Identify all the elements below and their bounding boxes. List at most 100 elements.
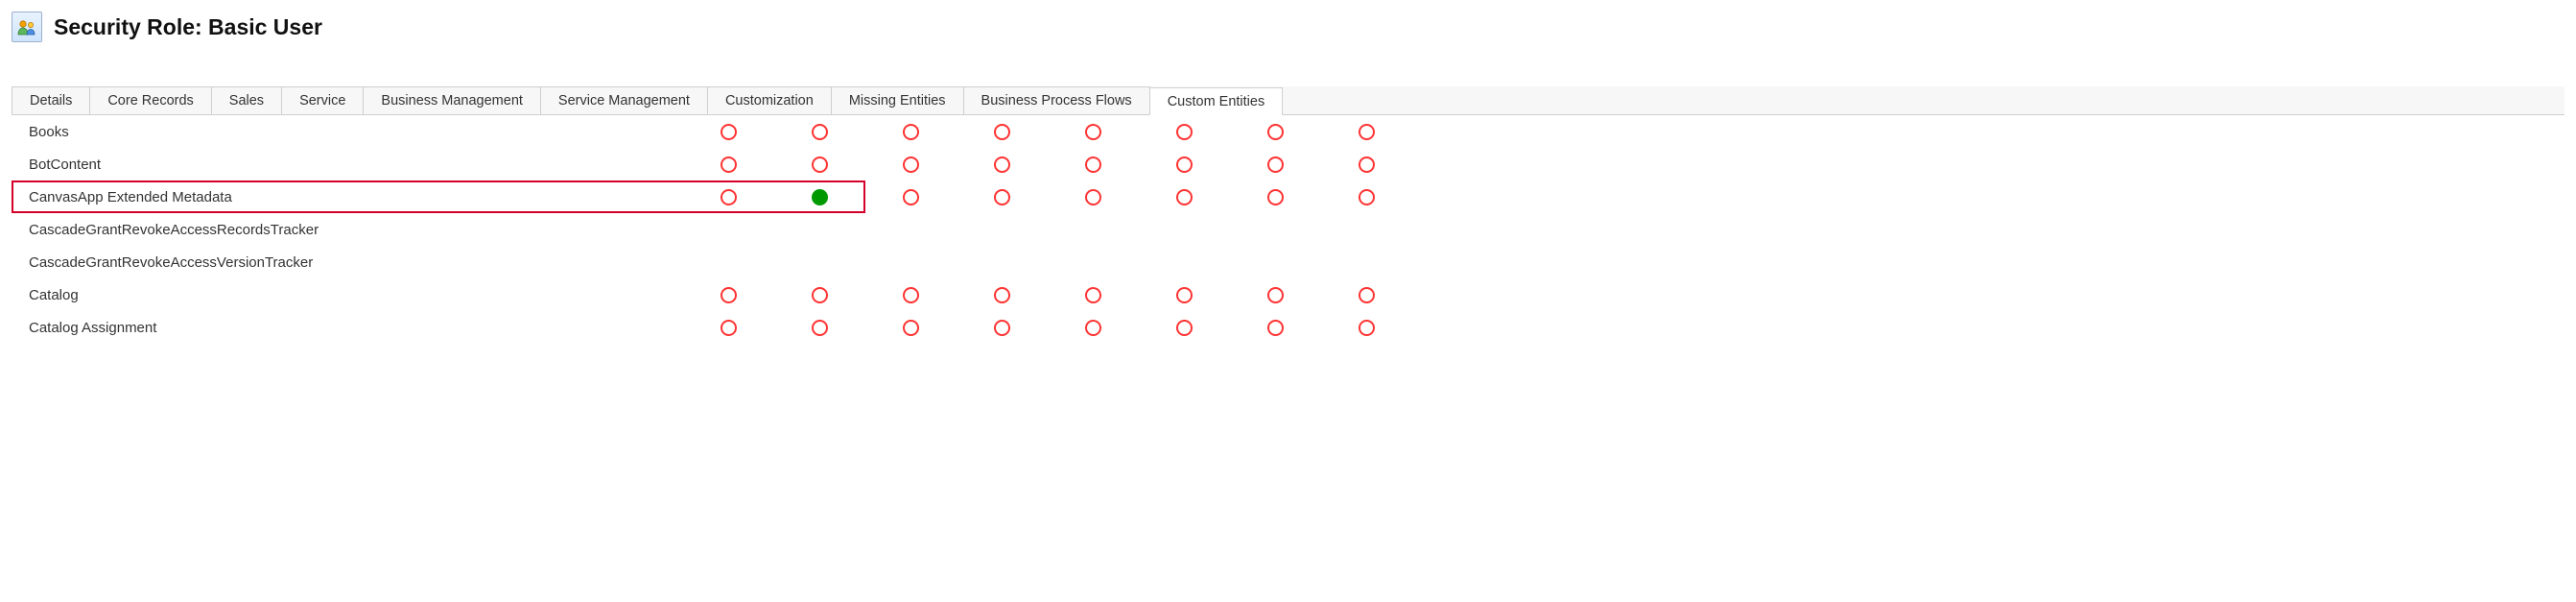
entity-name-label: CascadeGrantRevokeAccessRecordsTracker: [12, 222, 683, 238]
tab-business-management[interactable]: Business Management: [363, 86, 541, 114]
tab-missing-entities[interactable]: Missing Entities: [831, 86, 964, 114]
table-row: BotContent: [12, 148, 2564, 181]
permission-cell: [683, 320, 774, 336]
permission-cell: [865, 320, 957, 336]
permission-none-icon[interactable]: [1359, 287, 1375, 303]
permission-none-icon[interactable]: [994, 287, 1010, 303]
permission-none-icon[interactable]: [812, 287, 828, 303]
permission-none-icon[interactable]: [994, 157, 1010, 173]
permission-cell: [683, 287, 774, 303]
permission-none-icon[interactable]: [1359, 157, 1375, 173]
permission-cell: [1321, 320, 1412, 336]
entity-name-label: Books: [12, 124, 683, 140]
tab-strip: DetailsCore RecordsSalesServiceBusiness …: [12, 86, 2564, 115]
permission-none-icon[interactable]: [1359, 189, 1375, 205]
permission-cell: [1230, 254, 1321, 271]
permission-cell: [1139, 320, 1230, 336]
permission-full-icon[interactable]: [812, 189, 828, 205]
permission-none-icon[interactable]: [1176, 287, 1193, 303]
page-title: Security Role: Basic User: [54, 14, 322, 40]
tab-custom-entities[interactable]: Custom Entities: [1149, 87, 1284, 115]
table-row: Catalog Assignment: [12, 311, 2564, 344]
permission-cell: [1048, 157, 1139, 173]
permission-none-icon[interactable]: [721, 157, 737, 173]
permission-cell: [1321, 254, 1412, 271]
permission-none-icon[interactable]: [903, 287, 919, 303]
permission-cell: [683, 222, 774, 238]
permission-none-icon[interactable]: [994, 320, 1010, 336]
permission-cell: [957, 287, 1048, 303]
permission-none-icon[interactable]: [1267, 124, 1284, 140]
permission-cell: [1321, 222, 1412, 238]
permission-cell: [774, 222, 865, 238]
permission-cell: [865, 157, 957, 173]
permission-none-icon[interactable]: [812, 320, 828, 336]
permission-cell: [683, 157, 774, 173]
permission-none-icon[interactable]: [721, 320, 737, 336]
permission-cell: [1139, 157, 1230, 173]
permission-cell: [683, 124, 774, 140]
permission-cell: [774, 254, 865, 271]
permission-cell: [1048, 320, 1139, 336]
permission-cell: [1230, 124, 1321, 140]
permission-none-icon[interactable]: [1176, 320, 1193, 336]
table-row: Books: [12, 115, 2564, 148]
permission-none-icon[interactable]: [1085, 124, 1101, 140]
permission-cell: [774, 189, 865, 205]
permission-none-icon[interactable]: [721, 189, 737, 205]
tab-sales[interactable]: Sales: [211, 86, 282, 114]
tab-details[interactable]: Details: [12, 86, 90, 114]
permission-none-icon[interactable]: [1176, 189, 1193, 205]
permission-cell: [957, 320, 1048, 336]
permission-none-icon[interactable]: [1085, 189, 1101, 205]
permission-none-icon[interactable]: [1085, 320, 1101, 336]
permission-none-icon[interactable]: [1359, 320, 1375, 336]
security-role-icon: [12, 12, 42, 42]
permission-none-icon[interactable]: [1359, 124, 1375, 140]
permission-cell: [1048, 222, 1139, 238]
permission-none-icon[interactable]: [721, 124, 737, 140]
permission-cell: [1321, 124, 1412, 140]
permission-none-icon[interactable]: [812, 124, 828, 140]
permission-cell: [774, 320, 865, 336]
permission-cell: [683, 189, 774, 205]
tab-business-process-flows[interactable]: Business Process Flows: [963, 86, 1150, 114]
entity-name-label: Catalog: [12, 287, 683, 303]
permission-none-icon[interactable]: [1176, 157, 1193, 173]
entity-name-label: CascadeGrantRevokeAccessVersionTracker: [12, 254, 683, 271]
permission-none-icon[interactable]: [903, 124, 919, 140]
permission-cell: [1139, 287, 1230, 303]
entity-name-label: CanvasApp Extended Metadata: [12, 189, 683, 205]
tab-service-management[interactable]: Service Management: [540, 86, 708, 114]
permission-cell: [865, 189, 957, 205]
permission-none-icon[interactable]: [1267, 320, 1284, 336]
tab-service[interactable]: Service: [281, 86, 364, 114]
permission-cell: [1139, 124, 1230, 140]
tab-customization[interactable]: Customization: [707, 86, 832, 114]
permission-none-icon[interactable]: [994, 124, 1010, 140]
permission-cell: [1230, 222, 1321, 238]
permission-none-icon[interactable]: [1085, 157, 1101, 173]
permission-cell: [1230, 287, 1321, 303]
permission-none-icon[interactable]: [1267, 287, 1284, 303]
permission-none-icon[interactable]: [1085, 287, 1101, 303]
permission-cell: [865, 124, 957, 140]
permission-none-icon[interactable]: [721, 287, 737, 303]
permission-none-icon[interactable]: [903, 157, 919, 173]
permission-cell: [774, 124, 865, 140]
permission-none-icon[interactable]: [1267, 189, 1284, 205]
permission-cell: [957, 189, 1048, 205]
permission-none-icon[interactable]: [1267, 157, 1284, 173]
permission-none-icon[interactable]: [903, 189, 919, 205]
permission-none-icon[interactable]: [994, 189, 1010, 205]
permission-cell: [683, 254, 774, 271]
permission-none-icon[interactable]: [903, 320, 919, 336]
permission-cell: [957, 124, 1048, 140]
permission-none-icon[interactable]: [812, 157, 828, 173]
entity-name-label: Catalog Assignment: [12, 320, 683, 336]
permission-cell: [1230, 157, 1321, 173]
permission-cell: [1321, 189, 1412, 205]
permission-none-icon[interactable]: [1176, 124, 1193, 140]
permission-cell: [1321, 287, 1412, 303]
tab-core-records[interactable]: Core Records: [89, 86, 211, 114]
